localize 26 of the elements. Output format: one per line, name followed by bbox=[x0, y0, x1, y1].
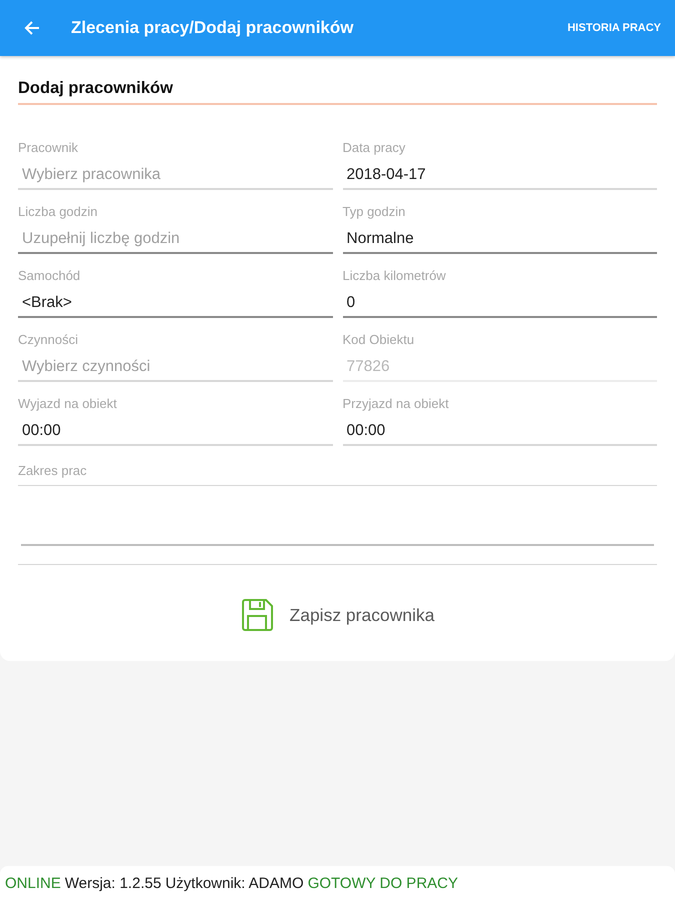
back-arrow-icon[interactable] bbox=[24, 20, 40, 36]
field-label: Kod Obiektu bbox=[342, 332, 416, 348]
input-field[interactable]: 2018-04-17 bbox=[342, 162, 657, 190]
field-label: Pracownik bbox=[18, 140, 79, 156]
field-label: Liczba kilometrów bbox=[342, 268, 447, 284]
version-text: Wersja: 1.2.55 bbox=[64, 874, 162, 892]
connection-status: ONLINE bbox=[5, 874, 61, 892]
input-field[interactable]: Normalne bbox=[342, 226, 657, 254]
input-field[interactable]: 0 bbox=[342, 290, 657, 318]
field-label: Przyjazd na obiekt bbox=[342, 396, 450, 412]
field-label: Liczba godzin bbox=[18, 204, 98, 220]
work-status: GOTOWY DO PRACY bbox=[308, 874, 458, 892]
input-field[interactable]: <Brak> bbox=[18, 290, 332, 318]
field-label: Typ godzin bbox=[342, 204, 406, 220]
field-label: Samochód bbox=[18, 268, 82, 284]
field-label: Czynności bbox=[18, 332, 79, 348]
input-field[interactable]: 00:00 bbox=[18, 418, 332, 446]
field-label: Wyjazd na obiekt bbox=[18, 396, 118, 412]
input-field[interactable]: Uzupełnij liczbę godzin bbox=[18, 226, 332, 254]
section-title: Dodaj pracowników bbox=[18, 78, 657, 105]
field-label: Data pracy bbox=[342, 140, 406, 156]
input-field[interactable]: 00:00 bbox=[342, 418, 657, 446]
user-text: Użytkownik: ADAMO bbox=[165, 874, 304, 892]
field-label: Zakres prac bbox=[18, 463, 88, 479]
screen-title: Zlecenia pracy/Dodaj pracowników bbox=[71, 18, 354, 38]
save-button[interactable]: Zapisz pracownika bbox=[228, 591, 446, 639]
